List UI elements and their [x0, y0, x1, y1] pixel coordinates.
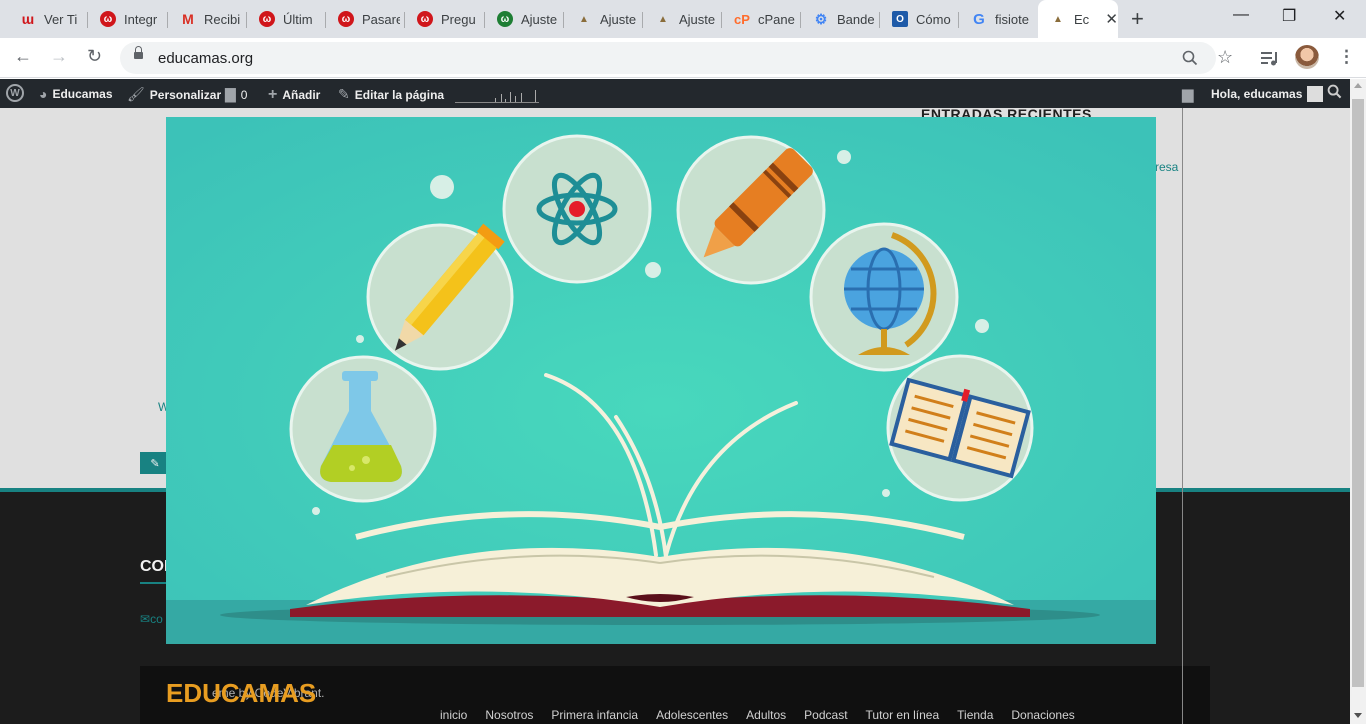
url-text: educamas.org: [158, 50, 254, 67]
window-close-button[interactable]: ✕: [1333, 6, 1346, 26]
site-name-link[interactable]: ◕ Educamas: [39, 86, 113, 102]
minimize-button[interactable]: —: [1233, 6, 1249, 24]
address-bar[interactable]: educamas.org ☆: [120, 42, 1233, 74]
scroll-down-arrow-icon[interactable]: [1354, 713, 1362, 718]
reload-icon[interactable]: ↻: [87, 46, 102, 67]
w-circle-icon: ω: [100, 11, 116, 27]
wp-admin-bar: W ◕ Educamas 🖌 Personalizar ▇ 0 + Añadir…: [0, 79, 1366, 108]
new-tab-button[interactable]: +: [1131, 6, 1144, 32]
pencil-icon: [366, 223, 514, 371]
site-name: Educamas: [52, 87, 113, 101]
browser-tab[interactable]: O Cómo: [880, 6, 959, 32]
educamas-icon: ▲: [579, 13, 589, 25]
tab-title: Recibi: [204, 11, 241, 27]
forward-arrow-icon[interactable]: →: [50, 46, 68, 67]
w-green-icon: ω: [497, 11, 513, 27]
lightbox-divider: [1182, 108, 1183, 724]
zoom-icon[interactable]: [1182, 50, 1198, 66]
tab-close-icon[interactable]: ✕: [1105, 10, 1118, 28]
customize-label: Personalizar: [149, 87, 222, 102]
add-new-label: Añadir: [282, 88, 321, 102]
dashboard-icon: ◕: [39, 86, 48, 102]
browser-tab[interactable]: cP cPane: [722, 6, 801, 32]
bookmark-star-icon[interactable]: ☆: [1217, 47, 1233, 68]
user-avatar-icon: [1307, 86, 1324, 102]
education-hero-image[interactable]: [166, 117, 1156, 644]
tab-title: cPane: [758, 11, 795, 27]
tab-title: Ec: [1074, 11, 1090, 27]
brush-icon: 🖌: [127, 86, 145, 102]
pencil-icon: ✎: [338, 86, 350, 102]
browser-tab[interactable]: ▲ Ajuste: [564, 6, 643, 32]
tab-title: Pasare: [362, 11, 400, 27]
google-icon: G: [973, 10, 985, 28]
tab-title: Bande: [837, 11, 875, 27]
wordpress-logo[interactable]: W: [6, 84, 24, 102]
lock-icon: [134, 46, 143, 62]
tab-title: Integr: [124, 11, 158, 27]
greeting-label: Hola, educamas: [1211, 87, 1303, 101]
profile-avatar[interactable]: [1295, 45, 1319, 69]
browser-tab[interactable]: G fisiote: [959, 6, 1038, 32]
plus-icon: +: [268, 86, 278, 103]
page-scrollbar[interactable]: [1350, 79, 1366, 724]
notification-icon: ▆: [1182, 86, 1194, 103]
admin-search[interactable]: [1327, 84, 1342, 99]
customize-link[interactable]: 🖌 Personalizar: [127, 86, 221, 103]
flask-icon: [289, 355, 437, 503]
w-red-icon: ɯ: [21, 11, 35, 27]
add-new-link[interactable]: + Añadir: [268, 86, 320, 104]
tab-title: Últim: [283, 11, 313, 27]
comments-count: 0: [240, 87, 248, 102]
cpanel-icon: cP: [734, 11, 750, 27]
wordpress-icon: W: [6, 84, 24, 102]
tab-title: fisiote: [995, 11, 1029, 27]
edit-page-label: Editar la página: [354, 87, 445, 102]
account-menu[interactable]: Hola, educamas: [1211, 86, 1324, 102]
search-icon: [1327, 84, 1342, 99]
comment-bubble-icon: ▇: [225, 86, 236, 102]
educamas-icon: ▲: [1053, 13, 1063, 25]
browser-tab[interactable]: ω Integr: [88, 6, 168, 32]
tab-title: Ajuste: [679, 11, 716, 27]
scrollbar-thumb[interactable]: [1352, 99, 1364, 687]
globe-icon: [809, 222, 959, 372]
browser-tab[interactable]: ▲ Ajuste: [643, 6, 722, 32]
gear-icon: ⚙: [814, 10, 828, 27]
browser-tab[interactable]: M Recibi: [168, 6, 247, 32]
maximize-button[interactable]: ❐: [1282, 6, 1296, 26]
browser-tab-strip: ɯ Ver Ti ω Integr M Recibi ω Últim ω Pas…: [0, 0, 1366, 38]
browser-tab[interactable]: ω Pregu: [405, 6, 485, 32]
atom-icon: [502, 134, 652, 284]
browser-tab[interactable]: ⚙ Bande: [801, 6, 880, 32]
media-queue-icon[interactable]: [1261, 50, 1279, 66]
outlook-icon: O: [892, 11, 908, 27]
browser-toolbar: ← → ↻ educamas.org ☆ ⋮: [0, 38, 1366, 78]
educamas-icon: ▲: [658, 13, 668, 25]
tab-title: Pregu: [441, 11, 476, 27]
book-icon: [886, 354, 1034, 502]
browser-tab[interactable]: ɯ Ver Ti: [8, 6, 88, 32]
tab-title: Ajuste: [600, 11, 637, 27]
tab-title: Cómo: [916, 11, 951, 27]
tab-title: Ver Ti: [44, 11, 78, 27]
edit-page-link[interactable]: ✎ Editar la página: [338, 86, 444, 103]
notifications[interactable]: ▆: [1182, 85, 1194, 103]
scroll-up-arrow-icon[interactable]: [1354, 83, 1362, 88]
crayon-icon: [676, 135, 826, 285]
browser-tab[interactable]: ω Últim: [247, 6, 326, 32]
w-circle-icon: ω: [338, 11, 354, 27]
back-arrow-icon[interactable]: ←: [14, 46, 32, 67]
tab-title: Ajuste: [521, 11, 558, 27]
w-circle-icon: ω: [259, 11, 275, 27]
gmail-icon: M: [182, 11, 194, 27]
more-menu-icon[interactable]: ⋮: [1338, 47, 1355, 67]
w-circle-icon: ω: [417, 11, 433, 27]
browser-tab[interactable]: ω Pasare: [326, 6, 405, 32]
browser-tab[interactable]: ω Ajuste: [485, 6, 564, 32]
active-browser-tab[interactable]: ▲ Ec ✕: [1038, 0, 1118, 38]
stats-sparkline[interactable]: [455, 89, 539, 103]
comments-link[interactable]: ▇ 0: [225, 86, 247, 103]
